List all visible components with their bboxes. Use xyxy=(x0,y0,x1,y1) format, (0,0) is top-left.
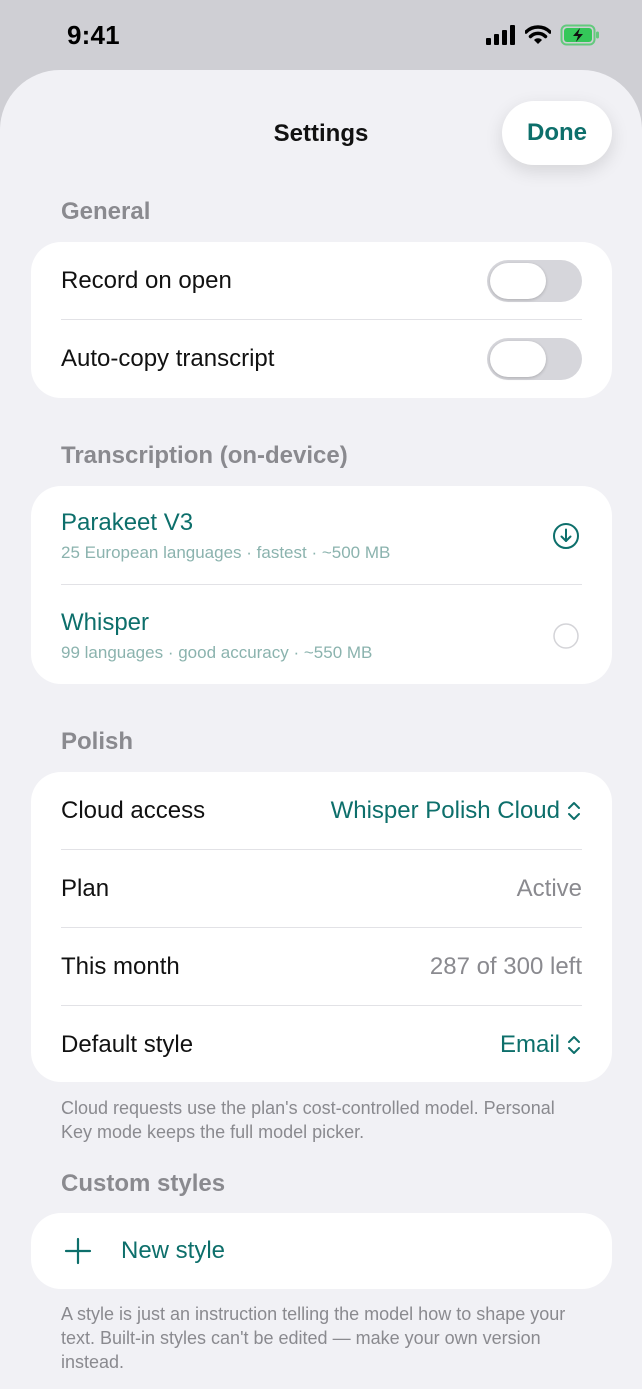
model-text: Parakeet V3 25 European languages · fast… xyxy=(61,509,390,563)
cloud-access-value: Whisper Polish Cloud xyxy=(330,797,560,824)
polish-card: Cloud access Whisper Polish Cloud Plan A… xyxy=(31,772,612,1082)
section-header-general: General xyxy=(61,198,151,225)
radio-empty-icon[interactable] xyxy=(552,622,580,650)
model-name: Parakeet V3 xyxy=(61,509,194,536)
this-month-label: This month xyxy=(61,953,180,980)
model-desc: 25 European languages · fastest · ~500 M… xyxy=(61,543,391,562)
settings-sheet: Settings Done General Record on open Aut… xyxy=(0,70,642,1389)
done-button[interactable]: Done xyxy=(502,101,612,165)
default-style-row[interactable]: Default style Email xyxy=(61,1023,582,1067)
this-month-row: This month 287 of 300 left xyxy=(61,945,582,989)
download-circle-icon[interactable] xyxy=(552,522,580,550)
new-style-label: New style xyxy=(121,1237,226,1264)
new-style-button[interactable]: New style xyxy=(61,1229,582,1273)
status-icons xyxy=(486,24,600,46)
toggle-knob xyxy=(490,263,546,299)
cloud-access-row[interactable]: Cloud access Whisper Polish Cloud xyxy=(61,789,582,833)
model-name: Whisper xyxy=(61,609,150,636)
transcription-card: Parakeet V3 25 European languages · fast… xyxy=(31,486,612,684)
model-text: Whisper 99 languages · good accuracy · ~… xyxy=(61,609,372,663)
record-on-open-label: Record on open xyxy=(61,267,232,294)
auto-copy-label: Auto-copy transcript xyxy=(61,345,275,372)
status-time: 9:41 xyxy=(67,20,120,50)
section-header-transcription: Transcription (on-device) xyxy=(61,442,348,469)
model-desc: 99 languages · good accuracy · ~550 MB xyxy=(61,643,373,662)
plus-icon xyxy=(64,1237,92,1265)
default-style-label: Default style xyxy=(61,1031,194,1058)
model-row-whisper[interactable]: Whisper 99 languages · good accuracy · ~… xyxy=(61,608,582,664)
cloud-access-label: Cloud access xyxy=(61,797,206,824)
cellular-signal-icon xyxy=(486,25,515,45)
default-style-value: Email xyxy=(499,1031,560,1058)
cloud-access-picker[interactable]: Whisper Polish Cloud xyxy=(331,797,582,825)
divider xyxy=(61,319,582,320)
plan-label: Plan xyxy=(61,875,110,902)
auto-copy-toggle[interactable] xyxy=(487,338,582,380)
status-bar: 9:41 xyxy=(0,0,642,72)
section-header-polish: Polish xyxy=(61,728,134,755)
this-month-value: 287 of 300 left xyxy=(429,953,582,980)
record-on-open-row: Record on open xyxy=(61,259,582,303)
battery-charging-icon xyxy=(560,24,599,46)
chevron-up-down-icon xyxy=(568,802,580,820)
wifi-icon xyxy=(525,25,551,44)
general-card: Record on open Auto-copy transcript xyxy=(31,242,612,398)
divider xyxy=(61,849,582,850)
model-row-parakeet[interactable]: Parakeet V3 25 European languages · fast… xyxy=(61,508,582,564)
custom-styles-footnote: A style is just an instruction telling t… xyxy=(61,1304,566,1372)
auto-copy-row: Auto-copy transcript xyxy=(61,337,582,381)
polish-footnote: Cloud requests use the plan's cost-contr… xyxy=(61,1098,555,1142)
new-style-card[interactable]: New style xyxy=(31,1213,612,1289)
divider xyxy=(61,927,582,928)
chevron-up-down-icon xyxy=(568,1036,580,1054)
divider xyxy=(61,584,582,585)
plan-row: Plan Active xyxy=(61,867,582,911)
toggle-knob xyxy=(490,341,546,377)
default-style-picker[interactable]: Email xyxy=(500,1031,582,1059)
section-header-custom-styles: Custom styles xyxy=(61,1170,226,1197)
plan-value: Active xyxy=(516,875,582,902)
record-on-open-toggle[interactable] xyxy=(487,260,582,302)
divider xyxy=(61,1005,582,1006)
